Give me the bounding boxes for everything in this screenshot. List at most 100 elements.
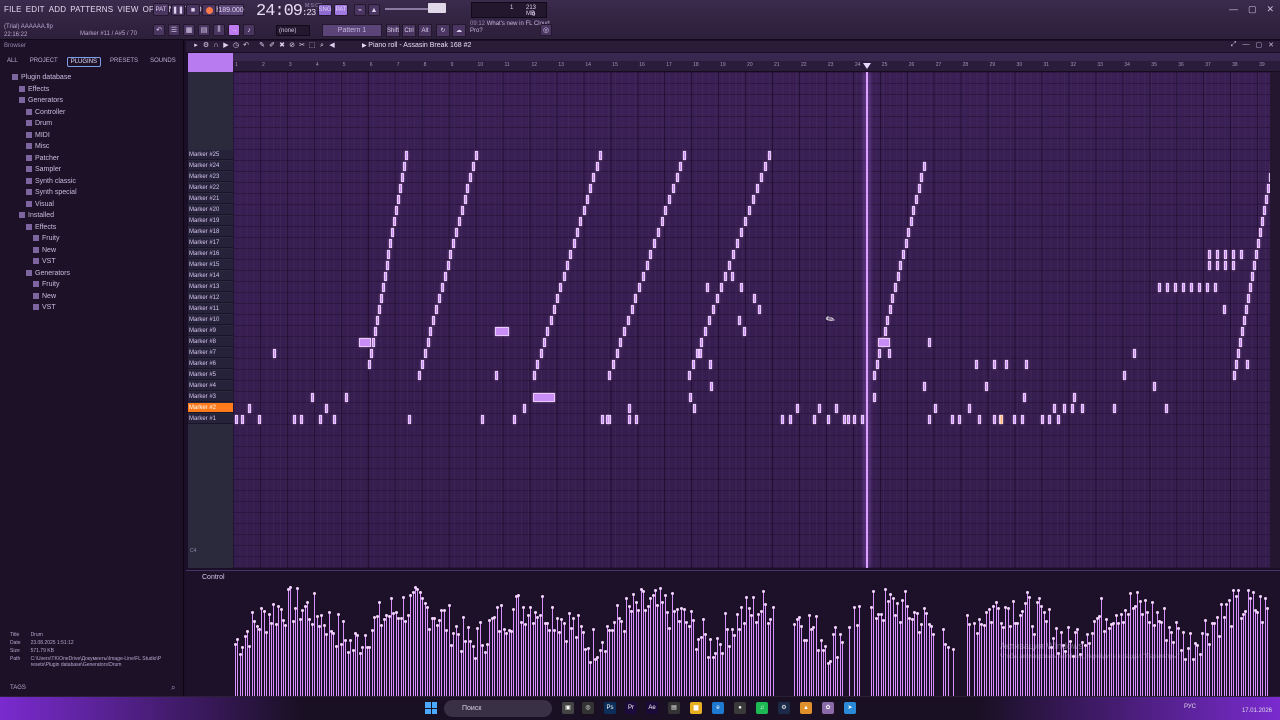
- stop-button[interactable]: ■: [186, 4, 200, 16]
- velocity-bar[interactable]: [697, 637, 701, 697]
- velocity-bar[interactable]: [723, 612, 727, 697]
- note[interactable]: [656, 228, 660, 237]
- note[interactable]: [1025, 360, 1028, 369]
- velocity-bar[interactable]: [507, 628, 511, 697]
- velocity-bar[interactable]: [853, 605, 857, 697]
- velocity-bar[interactable]: [471, 645, 475, 697]
- velocity-bar[interactable]: [680, 607, 684, 697]
- velocity-bar[interactable]: [649, 596, 653, 697]
- velocity-bar[interactable]: [810, 627, 813, 697]
- velocity-bar[interactable]: [541, 594, 545, 697]
- note[interactable]: [623, 327, 626, 336]
- velocity-bar[interactable]: [584, 648, 588, 697]
- velocity-bar[interactable]: [1215, 615, 1219, 697]
- velocity-bar[interactable]: [248, 645, 252, 697]
- velocity-bar[interactable]: [546, 621, 549, 697]
- velocity-bar[interactable]: [687, 625, 691, 697]
- velocity-bar[interactable]: [764, 602, 768, 697]
- velocity-bar[interactable]: [241, 645, 245, 697]
- velocity-bar[interactable]: [694, 647, 698, 697]
- velocity-bar[interactable]: [711, 656, 715, 697]
- close-icon[interactable]: ✕: [1266, 4, 1274, 15]
- velocity-bar[interactable]: [342, 619, 345, 697]
- note[interactable]: [375, 316, 379, 325]
- velocity-bar[interactable]: [418, 591, 422, 697]
- marker-key[interactable]: Marker #7: [188, 348, 233, 358]
- note[interactable]: [457, 217, 461, 226]
- note[interactable]: [744, 217, 747, 226]
- note[interactable]: [731, 272, 734, 281]
- velocity-bar[interactable]: [942, 628, 945, 697]
- velocity-bar[interactable]: [433, 617, 437, 697]
- velocity-bar[interactable]: [514, 595, 518, 697]
- marker-key[interactable]: Marker #6: [188, 359, 233, 369]
- note[interactable]: [835, 404, 838, 413]
- velocity-bar[interactable]: [630, 610, 633, 697]
- note[interactable]: [1263, 206, 1266, 215]
- velocity-bar[interactable]: [1261, 621, 1265, 697]
- note[interactable]: [683, 151, 686, 160]
- steam-icon[interactable]: ⚙: [778, 702, 790, 714]
- velocity-bar[interactable]: [802, 638, 806, 697]
- note[interactable]: [743, 327, 746, 336]
- snap-select[interactable]: (none): [276, 25, 310, 36]
- note[interactable]: [753, 294, 756, 303]
- note[interactable]: [539, 349, 543, 358]
- note[interactable]: [369, 349, 373, 358]
- tree-item[interactable]: Misc: [0, 141, 184, 153]
- velocity-bar[interactable]: [1222, 615, 1226, 697]
- note[interactable]: [710, 382, 713, 391]
- note[interactable]: [928, 415, 931, 424]
- velocity-bar[interactable]: [387, 614, 391, 697]
- tree-item[interactable]: Generators: [0, 95, 184, 107]
- velocity-bar[interactable]: [478, 620, 482, 697]
- velocity-bar[interactable]: [361, 645, 365, 697]
- close-icon[interactable]: ✕: [1268, 41, 1274, 49]
- piano-roll-icon[interactable]: ▦: [183, 24, 195, 36]
- note[interactable]: [958, 415, 961, 424]
- note[interactable]: [1239, 338, 1242, 347]
- velocity-bar[interactable]: [435, 624, 439, 697]
- note[interactable]: [712, 305, 715, 314]
- note[interactable]: [758, 305, 761, 314]
- velocity-bar[interactable]: [975, 632, 979, 697]
- tree-item[interactable]: Plugin database: [0, 72, 184, 84]
- velocity-bar[interactable]: [306, 600, 309, 697]
- note[interactable]: [235, 415, 238, 424]
- velocity-bar[interactable]: [968, 623, 972, 697]
- note[interactable]: [873, 393, 876, 402]
- tree-item[interactable]: Visual: [0, 199, 184, 211]
- note[interactable]: [333, 415, 336, 424]
- note[interactable]: [671, 184, 675, 193]
- velocity-bar[interactable]: [992, 604, 996, 697]
- tree-item[interactable]: Effects: [0, 84, 184, 96]
- note[interactable]: [638, 283, 641, 292]
- note[interactable]: [635, 415, 638, 424]
- note[interactable]: [985, 382, 988, 391]
- velocity-bar[interactable]: [925, 612, 929, 697]
- note[interactable]: [789, 415, 792, 424]
- note[interactable]: [379, 294, 383, 303]
- velocity-bar[interactable]: [452, 632, 456, 697]
- velocity-bar[interactable]: [579, 625, 583, 697]
- velocity-bar[interactable]: [392, 611, 396, 697]
- note[interactable]: [385, 261, 389, 270]
- velocity-bar[interactable]: [733, 634, 737, 697]
- microphone-icon[interactable]: ♪: [243, 24, 255, 36]
- velocity-bar[interactable]: [982, 623, 986, 697]
- note[interactable]: [1243, 316, 1246, 325]
- note[interactable]: [536, 360, 540, 369]
- note[interactable]: [708, 316, 711, 325]
- velocity-bar[interactable]: [238, 653, 242, 697]
- velocity-bar[interactable]: [613, 620, 617, 697]
- note[interactable]: [432, 316, 436, 325]
- note[interactable]: [907, 228, 911, 237]
- brush-icon[interactable]: ✐: [268, 42, 276, 50]
- note[interactable]: [311, 393, 314, 402]
- note[interactable]: [495, 327, 509, 336]
- velocity-bar[interactable]: [646, 605, 650, 697]
- note[interactable]: [675, 173, 679, 182]
- velocity-bar[interactable]: [320, 614, 324, 697]
- velocity-bar[interactable]: [709, 637, 713, 697]
- note[interactable]: [248, 404, 251, 413]
